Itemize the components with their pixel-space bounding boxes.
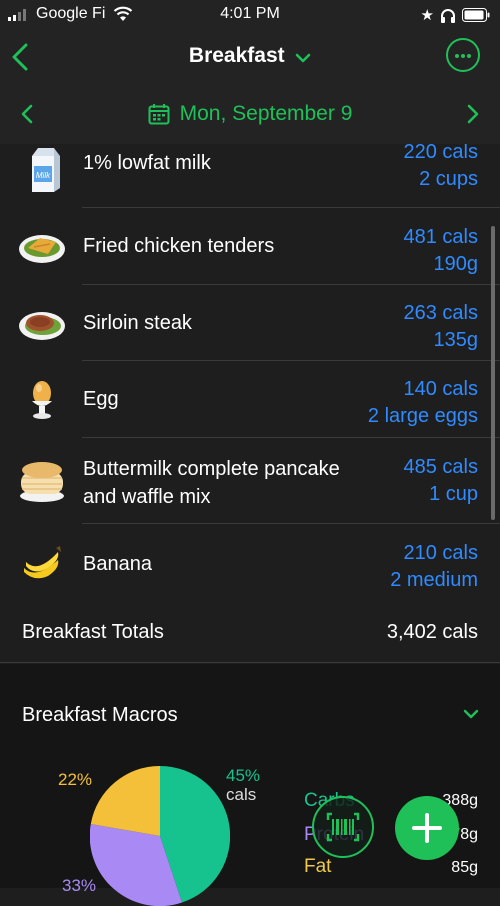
chevron-down-icon[interactable] xyxy=(462,708,480,720)
fat-grams: 85g xyxy=(451,859,478,876)
totals-value: 3,402 cals xyxy=(386,621,478,643)
date-navigator: Mon, September 9 xyxy=(0,86,500,144)
steak-plate-icon xyxy=(19,312,65,340)
food-row[interactable]: Buttermilk complete pancake and waffle m… xyxy=(0,438,500,524)
carbs-percent-label: 45% xyxy=(226,766,261,785)
food-amount: 2 medium xyxy=(390,569,478,591)
food-row[interactable]: Milk 1% lowfat milk 220 cals 2 cups xyxy=(0,144,500,208)
chevron-down-icon xyxy=(295,53,311,63)
date-label: Mon, September 9 xyxy=(179,102,353,125)
food-name: Banana xyxy=(83,553,152,575)
calendar-icon xyxy=(148,104,170,125)
page-title: Breakfast xyxy=(188,44,285,67)
food-name: Egg xyxy=(83,388,119,410)
food-calories: 210 cals xyxy=(403,542,479,564)
plus-icon xyxy=(412,813,442,843)
battery-icon xyxy=(462,8,490,22)
food-calories: 263 cals xyxy=(403,302,479,324)
barcode-scan-button[interactable] xyxy=(312,796,374,858)
food-calories: 220 cals xyxy=(403,144,479,163)
meal-selector[interactable]: Breakfast xyxy=(0,44,500,68)
food-name: Buttermilk complete pancake xyxy=(83,458,340,480)
next-day-chevron-icon[interactable] xyxy=(466,104,480,124)
totals-row: Breakfast Totals 3,402 cals xyxy=(0,600,500,663)
fat-percent-label: 22% xyxy=(58,770,93,789)
food-list[interactable]: Milk 1% lowfat milk 220 cals 2 cups Frie… xyxy=(0,144,500,664)
date-picker[interactable]: Mon, September 9 xyxy=(0,102,500,126)
chicken-plate-icon xyxy=(19,235,65,263)
protein-percent-label: 33% xyxy=(62,876,97,895)
status-bar: Google Fi 4:01 PM ★ xyxy=(0,0,500,30)
food-row[interactable]: Sirloin steak 263 cals 135g xyxy=(0,285,500,361)
barcode-icon xyxy=(326,812,360,842)
totals-label: Breakfast Totals xyxy=(22,621,164,643)
food-name: Fried chicken tenders xyxy=(83,235,275,257)
carbs-percent-unit: cals xyxy=(226,785,257,804)
egg-cup-icon xyxy=(32,381,52,419)
food-calories: 485 cals xyxy=(403,456,479,478)
add-food-button[interactable] xyxy=(395,796,459,860)
food-amount: 135g xyxy=(433,329,479,351)
banana-icon xyxy=(24,546,61,579)
food-calories: 140 cals xyxy=(403,378,479,400)
macros-title: Breakfast Macros xyxy=(22,704,178,726)
food-row[interactable]: Fried chicken tenders 481 cals 190g xyxy=(0,208,500,285)
macros-pie-chart xyxy=(90,766,230,906)
list-scrollbar[interactable] xyxy=(491,226,495,520)
milk-carton-icon: Milk xyxy=(32,148,60,192)
more-options-button[interactable] xyxy=(446,38,480,72)
star-icon: ★ xyxy=(420,7,434,24)
food-name: 1% lowfat milk xyxy=(83,152,211,174)
pancake-stack-icon xyxy=(20,462,64,502)
food-amount: 190g xyxy=(433,253,479,275)
food-row[interactable]: Banana 210 cals 2 medium xyxy=(0,524,500,602)
pie-slice-fat xyxy=(90,766,160,836)
legend-fat: Fat xyxy=(304,856,332,877)
food-name: Sirloin steak xyxy=(83,312,192,334)
food-amount: 2 large eggs xyxy=(367,405,478,427)
food-calories: 481 cals xyxy=(403,226,479,248)
food-amount: 1 cup xyxy=(429,483,478,505)
food-name-continued: and waffle mix xyxy=(83,486,211,508)
nav-bar: Breakfast xyxy=(0,30,500,87)
food-amount: 2 cups xyxy=(419,168,478,190)
svg-text:Milk: Milk xyxy=(36,171,51,180)
headphones-icon xyxy=(441,8,455,23)
food-row[interactable]: Egg 140 cals 2 large eggs xyxy=(0,361,500,438)
